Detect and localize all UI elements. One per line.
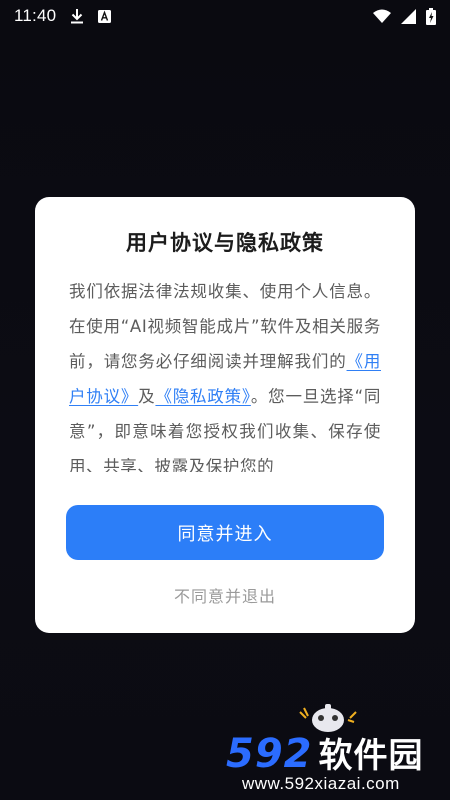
battery-charging-icon bbox=[426, 7, 436, 25]
watermark-brand: 592 软件园 bbox=[226, 728, 424, 777]
body-intro-text: 我们依据法律法规收集、使用个人信息。在使用“AI视频智能成片”软件及相关服务前，… bbox=[69, 282, 381, 371]
status-system-icons bbox=[373, 7, 436, 25]
privacy-dialog: 用户协议与隐私政策 我们依据法律法规收集、使用个人信息。在使用“AI视频智能成片… bbox=[35, 197, 415, 633]
status-notification-icons bbox=[70, 8, 112, 24]
watermark-url: www.592xiazai.com bbox=[242, 774, 400, 793]
watermark-brand-number: 592 bbox=[226, 731, 313, 777]
privacy-policy-link[interactable]: 《隐私政策》 bbox=[155, 387, 250, 406]
dialog-title: 用户协议与隐私政策 bbox=[126, 231, 324, 255]
app-screen: 11:40 用户协议与隐私政策 我们依据法律法规收集、使用个人信息。在使用“AI… bbox=[0, 0, 450, 800]
agree-and-enter-button[interactable]: 同意并进入 bbox=[66, 505, 384, 560]
status-bar: 11:40 bbox=[0, 0, 450, 32]
download-icon bbox=[70, 8, 84, 24]
status-time: 11:40 bbox=[14, 6, 57, 25]
connector-text: 及 bbox=[138, 387, 156, 406]
signal-icon bbox=[401, 8, 416, 24]
keyboard-a-icon bbox=[98, 9, 112, 23]
dialog-body-text[interactable]: 我们依据法律法规收集、使用个人信息。在使用“AI视频智能成片”软件及相关服务前，… bbox=[69, 274, 381, 472]
watermark-logo: 592 软件园 www.592xiazai.com bbox=[220, 698, 442, 798]
disagree-and-exit-button[interactable]: 不同意并退出 bbox=[35, 583, 415, 607]
watermark-brand-text: 软件园 bbox=[318, 736, 424, 776]
wifi-icon bbox=[373, 9, 391, 23]
